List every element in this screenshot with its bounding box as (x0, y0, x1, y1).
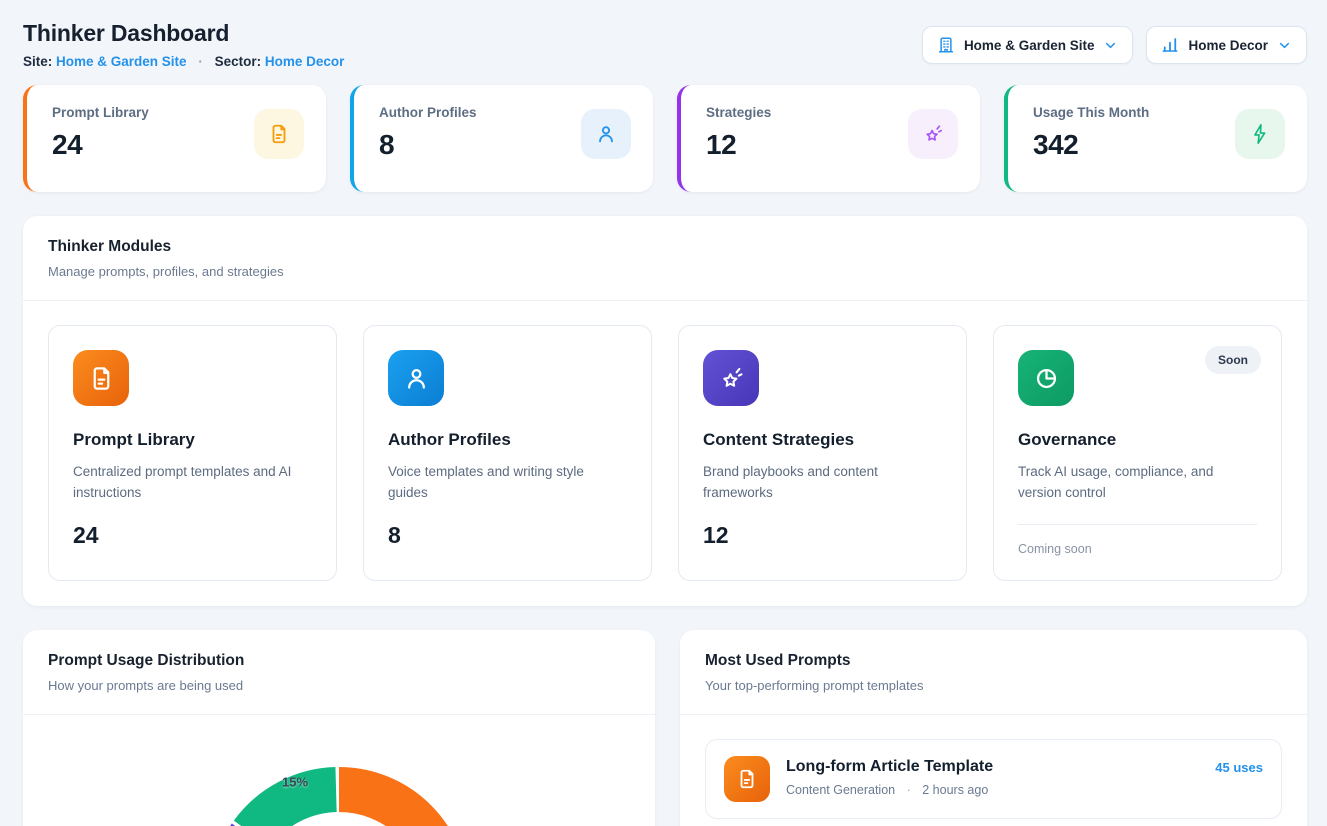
module-description: Brand playbooks and content frameworks (703, 462, 942, 504)
stats-row: Prompt Library 24 Author Profiles 8 Stra… (23, 85, 1307, 192)
pie-chart-icon (1018, 350, 1074, 406)
user-icon (581, 109, 631, 159)
site-label: Site: (23, 54, 52, 69)
site-link[interactable]: Home & Garden Site (56, 54, 187, 69)
module-card-author-profiles[interactable]: Author Profiles Voice templates and writ… (363, 325, 652, 581)
module-count: 12 (703, 522, 942, 549)
page-title: Thinker Dashboard (23, 20, 344, 47)
breadcrumb-separator: · (198, 54, 203, 69)
module-description: Centralized prompt templates and AI inst… (73, 462, 312, 504)
stat-card-author-profiles[interactable]: Author Profiles 8 (350, 85, 653, 192)
page-header: Thinker Dashboard Site: Home & Garden Si… (23, 20, 1307, 69)
modules-panel-subtitle: Manage prompts, profiles, and strategies (48, 264, 1282, 279)
module-title: Governance (1018, 430, 1257, 450)
prompt-meta: Content Generation · 2 hours ago (786, 783, 993, 797)
stat-label: Strategies (706, 105, 771, 120)
stat-label: Prompt Library (52, 105, 149, 120)
module-title: Author Profiles (388, 430, 627, 450)
soon-badge: Soon (1205, 346, 1261, 374)
prompt-list: Long-form Article Template Content Gener… (680, 715, 1307, 826)
stat-card-usage[interactable]: Usage This Month 342 (1004, 85, 1307, 192)
document-icon (73, 350, 129, 406)
prompt-category: Content Generation (786, 783, 895, 797)
prompt-uses-badge: 45 uses (1215, 760, 1263, 775)
bar-chart-icon (1161, 36, 1179, 54)
usage-panel-title: Prompt Usage Distribution (48, 652, 630, 670)
meta-separator: · (907, 783, 911, 797)
prompts-panel-title: Most Used Prompts (705, 652, 1282, 670)
module-count: 8 (388, 522, 627, 549)
sector-selector-label: Home Decor (1188, 38, 1268, 53)
site-selector-label: Home & Garden Site (964, 38, 1095, 53)
divider (1018, 524, 1257, 525)
module-description: Voice templates and writing style guides (388, 462, 627, 504)
module-footer: Coming soon (1018, 542, 1257, 556)
most-used-prompts-panel: Most Used Prompts Your top-performing pr… (680, 630, 1307, 826)
prompt-title: Long-form Article Template (786, 758, 993, 776)
donut-chart-svg (23, 715, 655, 826)
stat-label: Usage This Month (1033, 105, 1149, 120)
stat-value: 8 (379, 129, 477, 161)
chevron-down-icon (1103, 38, 1118, 53)
sector-selector-button[interactable]: Home Decor (1146, 26, 1307, 64)
sparkle-star-icon (703, 350, 759, 406)
stat-value: 24 (52, 129, 149, 161)
document-icon (724, 756, 770, 802)
dashboard-page: Thinker Dashboard Site: Home & Garden Si… (0, 0, 1327, 826)
user-icon (388, 350, 444, 406)
bottom-row: Prompt Usage Distribution How your promp… (23, 606, 1307, 826)
lightning-icon (1235, 109, 1285, 159)
site-selector-button[interactable]: Home & Garden Site (922, 26, 1134, 64)
module-count: 24 (73, 522, 312, 549)
sector-link[interactable]: Home Decor (265, 54, 345, 69)
pie-slice-label: 15% (282, 774, 308, 789)
stat-value: 342 (1033, 129, 1149, 161)
module-description: Track AI usage, compliance, and version … (1018, 462, 1257, 504)
modules-panel-title: Thinker Modules (48, 238, 1282, 256)
sector-label: Sector: (215, 54, 262, 69)
usage-distribution-panel: Prompt Usage Distribution How your promp… (23, 630, 655, 826)
module-card-content-strategies[interactable]: Content Strategies Brand playbooks and c… (678, 325, 967, 581)
stat-label: Author Profiles (379, 105, 477, 120)
prompt-time: 2 hours ago (922, 783, 988, 797)
module-title: Prompt Library (73, 430, 312, 450)
usage-panel-subtitle: How your prompts are being used (48, 678, 630, 693)
donut-chart: 15% (23, 715, 655, 826)
document-icon (254, 109, 304, 159)
stat-card-prompt-library[interactable]: Prompt Library 24 (23, 85, 326, 192)
module-title: Content Strategies (703, 430, 942, 450)
building-icon (937, 36, 955, 54)
modules-panel: Thinker Modules Manage prompts, profiles… (23, 216, 1307, 606)
stat-value: 12 (706, 129, 771, 161)
stat-card-strategies[interactable]: Strategies 12 (677, 85, 980, 192)
prompt-list-item[interactable]: Long-form Article Template Content Gener… (705, 739, 1282, 819)
module-card-prompt-library[interactable]: Prompt Library Centralized prompt templa… (48, 325, 337, 581)
breadcrumb: Site: Home & Garden Site · Sector: Home … (23, 54, 344, 69)
sparkle-star-icon (908, 109, 958, 159)
chevron-down-icon (1277, 38, 1292, 53)
header-titles: Thinker Dashboard Site: Home & Garden Si… (23, 20, 344, 69)
prompts-panel-subtitle: Your top-performing prompt templates (705, 678, 1282, 693)
header-actions: Home & Garden Site Home Decor (922, 26, 1307, 64)
modules-grid: Prompt Library Centralized prompt templa… (23, 301, 1307, 606)
module-card-governance[interactable]: Soon Governance Track AI usage, complian… (993, 325, 1282, 581)
